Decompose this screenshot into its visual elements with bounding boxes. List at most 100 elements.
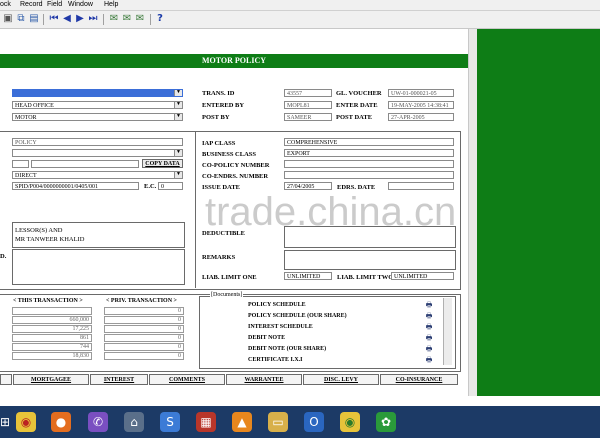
channel-dropdown[interactable]: DIRECT ▼ [12,171,183,179]
tab-warrantee[interactable]: WARRANTEE [226,374,302,385]
co-endrs-label: CO-ENDRS. NUMBER [202,173,269,180]
this-value-4[interactable]: 861 [12,334,92,342]
viber-icon[interactable]: ✆ [88,412,108,432]
first-record-icon[interactable]: ⏮ [48,13,60,25]
menu-item-help[interactable]: Help [104,1,118,8]
post-by-label: POST BY [202,114,230,121]
network-icon[interactable]: ⌂ [124,412,144,432]
tab-mortgagee[interactable]: MORTGAGEE [13,374,89,385]
chevron-down-icon[interactable]: ▼ [174,102,182,108]
chrome-icon[interactable]: ◉ [16,412,36,432]
oracle-icon[interactable]: ▦ [196,412,216,432]
policy-type-dropdown[interactable]: ▼ [12,149,183,157]
save-icon[interactable]: ▣ [2,13,14,25]
copy-icon[interactable]: ⧉ [15,13,27,25]
tab-co-insurance[interactable]: CO-INSURANCE [380,374,458,385]
print-icon[interactable]: 🖶 [424,301,434,309]
last-record-icon[interactable]: ⏭ [87,13,99,25]
ec-field[interactable]: 0 [158,182,183,190]
documents-scrollbar[interactable] [443,298,452,365]
office-dropdown[interactable]: HEAD OFFICE ▼ [12,101,183,109]
windows-start-icon[interactable]: ⊞ [0,412,10,432]
chevron-down-icon[interactable]: ▼ [174,90,182,96]
chevron-down-icon[interactable]: ▼ [174,150,182,156]
folder-icon[interactable]: ▭ [268,412,288,432]
entered-by-field[interactable]: MOPL81 [284,101,332,109]
print-icon[interactable]: 🖶 [424,334,434,342]
co-endrs-field[interactable] [284,171,454,179]
mail-send-icon[interactable]: ✉ [121,13,133,25]
tab-overflow[interactable] [0,374,12,385]
paste-icon[interactable]: ▤ [28,13,40,25]
vlc-icon[interactable]: ▲ [232,412,252,432]
prev-value-3[interactable]: 0 [104,325,184,333]
green-app-icon[interactable]: ✿ [376,412,396,432]
this-value-1[interactable] [12,307,92,315]
this-value-2[interactable]: 660,000 [12,316,92,324]
this-value-6[interactable]: 18,830 [12,352,92,360]
remarks-textarea[interactable] [284,250,456,270]
prev-value-2[interactable]: 0 [104,316,184,324]
gl-voucher-field[interactable]: UW-01-000021-05 [388,89,454,97]
doc-policy-schedule-our-share: POLICY SCHEDULE (OUR SHARE) [248,313,347,319]
co-policy-field[interactable] [284,160,454,168]
d-label: D. [0,253,7,260]
tab-disc-levy[interactable]: DISC. LEVY [303,374,379,385]
liab-two-label: LIAB. LIMIT TWO [337,274,394,281]
this-value-3[interactable]: 17,225 [12,325,92,333]
class-dropdown[interactable]: MOTOR ▼ [12,113,183,121]
lessor-textarea[interactable] [12,222,185,248]
skype-icon[interactable]: S [160,412,180,432]
prev-value-6[interactable]: 0 [104,352,184,360]
policy-code-field[interactable] [31,160,139,168]
liab-one-field[interactable]: UNLIMITED [284,272,332,280]
chrome-alt-icon[interactable]: ◉ [340,412,360,432]
menu-item-window[interactable]: Window [68,1,93,8]
copy-data-button[interactable]: COPY DATA [142,159,183,168]
liab-two-field[interactable]: UNLIMITED [391,272,454,280]
menu-item-block[interactable]: ock [0,1,11,8]
print-icon[interactable]: 🖶 [424,312,434,320]
business-class-label: BUSINESS CLASS [202,151,257,158]
mail-open-icon[interactable]: ✉ [134,13,146,25]
toolbar-separator [103,14,104,25]
chevron-down-icon[interactable]: ▼ [174,114,182,120]
post-by-field[interactable]: SAMEER [284,113,332,121]
edrs-date-field[interactable] [388,182,454,190]
mail-icon[interactable]: ✉ [108,13,120,25]
prev-value-4[interactable]: 0 [104,334,184,342]
firefox-icon[interactable]: ● [51,412,71,432]
address-textarea[interactable] [12,249,185,285]
next-record-icon[interactable]: ▶ [74,13,86,25]
prev-value-5[interactable]: 0 [104,343,184,351]
remarks-label: REMARKS [202,254,236,261]
entered-by-label: ENTERED BY [202,102,245,109]
print-icon[interactable]: 🖶 [424,356,434,364]
help-icon[interactable]: ? [154,13,166,25]
policy-prefix-field[interactable] [12,160,29,168]
menu-item-field[interactable]: Field [47,1,62,8]
outlook-icon[interactable]: O [304,412,324,432]
section-divider [195,131,196,288]
policy-number-field[interactable]: SPID/P004/0000000001/0405/001 [12,182,139,190]
tab-interest[interactable]: INTEREST [90,374,148,385]
this-value-5[interactable]: 744 [12,343,92,351]
issue-date-field[interactable]: 27/04/2005 [284,182,332,190]
iap-class-field[interactable]: COMPREHENSIVE [284,138,454,146]
policy-field[interactable]: POLICY [12,138,183,146]
menu-item-record[interactable]: Record [20,1,43,8]
branch-dropdown[interactable]: ▼ [12,89,183,97]
post-date-field[interactable]: 27-APR-2005 [388,113,454,121]
trans-id-field[interactable]: 43557 [284,89,332,97]
prev-record-icon[interactable]: ◀ [61,13,73,25]
print-icon[interactable]: 🖶 [424,345,434,353]
this-transaction-header: < THIS TRANSACTION > [13,298,83,304]
print-icon[interactable]: 🖶 [424,323,434,331]
liab-one-label: LIAB. LIMIT ONE [202,274,257,281]
enter-date-field[interactable]: 19-MAY-2005 14:38:41 [388,101,454,109]
business-class-field[interactable]: EXPORT [284,149,454,157]
prev-value-1[interactable]: 0 [104,307,184,315]
chevron-down-icon[interactable]: ▼ [174,172,182,178]
toolbar-separator [43,14,44,25]
tab-comments[interactable]: COMMENTS [149,374,225,385]
